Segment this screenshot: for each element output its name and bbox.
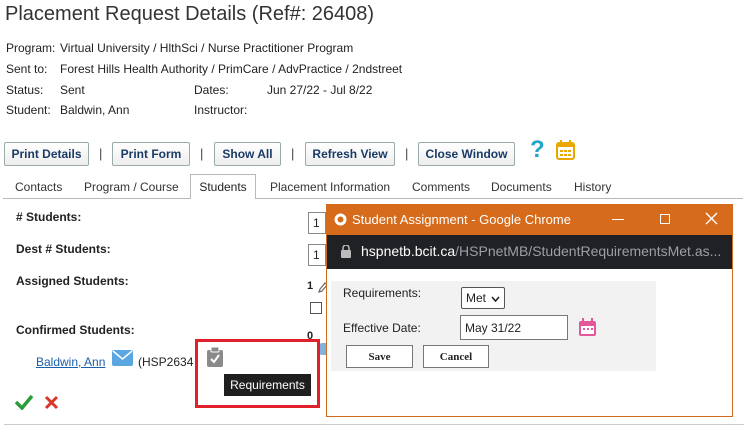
student-label: Student: [6, 103, 51, 117]
dest-num-students-field[interactable]: 1 [308, 244, 326, 266]
confirmed-students-label: Confirmed Students: [16, 323, 135, 337]
sent-to-label: Sent to: [6, 62, 48, 76]
tab-program-course[interactable]: Program / Course [84, 180, 179, 194]
requirements-label: Requirements: [343, 286, 422, 300]
tab-placement-information[interactable]: Placement Information [270, 180, 390, 194]
show-all-button[interactable]: Show All [214, 142, 281, 166]
print-form-button[interactable]: Print Form [112, 142, 190, 166]
calendar-icon[interactable] [556, 140, 575, 165]
requirements-select[interactable]: Met [461, 287, 505, 309]
url-path: /HSPnetMB/StudentRequirementsMet.as... [455, 243, 722, 259]
url-domain: hspnetb.bcit.ca [361, 243, 456, 259]
reject-cross-icon[interactable] [44, 395, 59, 415]
num-students-field[interactable]: 1 [308, 212, 326, 234]
assigned-students-label: Assigned Students: [16, 274, 129, 288]
tab-comments[interactable]: Comments [412, 180, 470, 194]
page-title: Placement Request Details (Ref#: 26408) [5, 3, 375, 25]
requirements-tooltip: Requirements [224, 374, 311, 396]
student-value: Baldwin, Ann [60, 103, 130, 117]
chrome-globe-icon [334, 213, 347, 231]
program-label: Program: [6, 41, 56, 55]
refresh-view-button[interactable]: Refresh View [305, 142, 395, 166]
effective-date-label: Effective Date: [343, 321, 421, 335]
tab-students[interactable]: Students [190, 174, 256, 199]
date-picker-icon[interactable] [579, 318, 596, 341]
program-value: Virtual University / HlthSci / Nurse Pra… [60, 41, 354, 55]
toolbar-separator: | [99, 146, 103, 161]
effective-date-input[interactable]: May 31/22 [460, 315, 568, 340]
print-details-button[interactable]: Print Details [4, 142, 89, 166]
student-link[interactable]: Baldwin, Ann [36, 355, 105, 369]
requirements-selected-value: Met [466, 291, 487, 305]
tab-documents[interactable]: Documents [491, 180, 552, 194]
toolbar-separator: | [405, 146, 409, 161]
popup-title: Student Assignment - Google Chrome [352, 212, 571, 227]
cancel-button[interactable]: Cancel [423, 345, 489, 368]
tab-divider [3, 198, 743, 199]
close-icon[interactable] [705, 212, 718, 230]
help-icon[interactable]: ? [530, 136, 545, 164]
minimize-icon[interactable] [612, 219, 624, 220]
dates-label: Dates: [194, 83, 229, 97]
popup-form: Requirements: Met Effective Date: May 31… [331, 281, 656, 371]
bottom-divider [4, 424, 744, 425]
email-icon[interactable] [112, 350, 133, 371]
status-label: Status: [6, 83, 44, 97]
chevron-down-icon [491, 296, 500, 302]
num-students-label: # Students: [16, 210, 82, 224]
dates-value: Jun 27/22 - Jul 8/22 [267, 83, 373, 97]
assigned-count: 1 [307, 280, 314, 292]
dest-num-students-label: Dest # Students: [16, 242, 111, 256]
lock-icon [341, 244, 351, 263]
student-id: (HSP2634 [138, 355, 194, 369]
toolbar-separator: | [200, 146, 204, 161]
clipboard-check-icon[interactable] [207, 346, 223, 372]
close-window-button[interactable]: Close Window [418, 142, 515, 166]
maximize-icon[interactable] [660, 214, 670, 224]
instructor-label: Instructor: [194, 103, 248, 117]
toolbar-separator: | [291, 146, 295, 161]
tab-history[interactable]: History [574, 180, 611, 194]
assign-checkbox[interactable] [310, 302, 322, 314]
person-icon [319, 343, 326, 355]
tab-contacts[interactable]: Contacts [15, 180, 62, 194]
status-value: Sent [60, 83, 85, 97]
popup-titlebar[interactable]: Student Assignment - Google Chrome [327, 205, 732, 235]
address-bar[interactable]: hspnetb.bcit.ca/HSPnetMB/StudentRequirem… [327, 235, 732, 269]
student-assignment-popup: Student Assignment - Google Chrome hspne… [326, 204, 733, 417]
confirm-check-icon[interactable] [14, 394, 34, 415]
sent-to-value: Forest Hills Health Authority / PrimCare… [60, 62, 403, 76]
save-button[interactable]: Save [346, 345, 413, 368]
